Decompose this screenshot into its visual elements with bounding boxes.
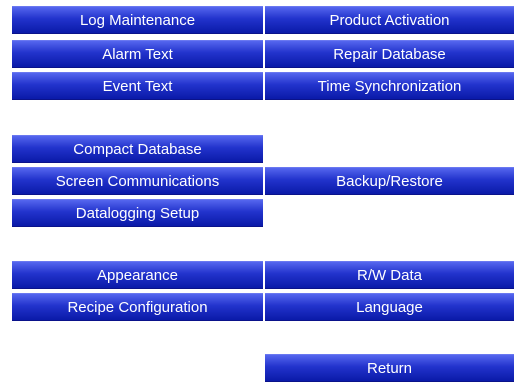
time-synchronization-button[interactable]: Time Synchronization: [265, 72, 514, 100]
product-activation-button[interactable]: Product Activation: [265, 6, 514, 34]
recipe-configuration-button[interactable]: Recipe Configuration: [12, 293, 263, 321]
log-maintenance-button[interactable]: Log Maintenance: [12, 6, 263, 34]
alarm-text-button[interactable]: Alarm Text: [12, 40, 263, 68]
appearance-button[interactable]: Appearance: [12, 261, 263, 289]
event-text-button[interactable]: Event Text: [12, 72, 263, 100]
screen-communications-button[interactable]: Screen Communications: [12, 167, 263, 195]
backup-restore-button[interactable]: Backup/Restore: [265, 167, 514, 195]
compact-database-button[interactable]: Compact Database: [12, 135, 263, 163]
return-button[interactable]: Return: [265, 354, 514, 382]
language-button[interactable]: Language: [265, 293, 514, 321]
repair-database-button[interactable]: Repair Database: [265, 40, 514, 68]
rw-data-button[interactable]: R/W Data: [265, 261, 514, 289]
datalogging-setup-button[interactable]: Datalogging Setup: [12, 199, 263, 227]
